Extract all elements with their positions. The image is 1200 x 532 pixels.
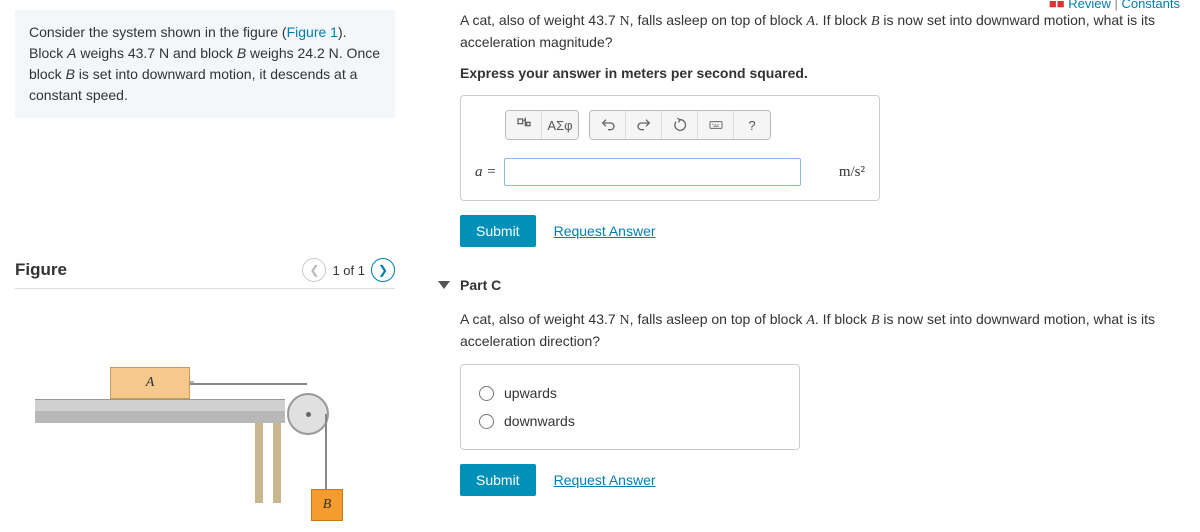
partC-question: A cat, also of weight 43.7 N, falls asle… [460, 309, 1170, 352]
figure-title: Figure [15, 260, 67, 280]
problem-text-5: weighs 24.2 [246, 45, 329, 61]
problem-text-4: and block [169, 45, 237, 61]
redo-button[interactable] [626, 111, 662, 139]
request-answer-link-partB[interactable]: Request Answer [554, 223, 656, 239]
problem-text-7: is set into downward motion, it descends… [29, 66, 357, 103]
answer-box: ΑΣφ ? a = m/s² [460, 95, 880, 201]
help-button[interactable]: ? [734, 111, 770, 139]
var-B: B [237, 45, 246, 61]
undo-button[interactable] [590, 111, 626, 139]
answer-unit: m/s² [839, 164, 865, 181]
template-button[interactable] [506, 111, 542, 139]
var-B2: B [66, 66, 75, 82]
figure-next-button[interactable]: ❯ [371, 258, 395, 282]
block-A: A [110, 367, 190, 399]
figure-count: 1 of 1 [332, 263, 365, 278]
problem-text-3: weighs 43.7 [76, 45, 159, 61]
option-upwards-label: upwards [504, 385, 557, 401]
unit-N2: N [329, 45, 339, 61]
greek-button[interactable]: ΑΣφ [542, 111, 578, 139]
answer-input[interactable] [504, 158, 800, 186]
figure-link[interactable]: Figure 1 [287, 24, 338, 40]
reset-button[interactable] [662, 111, 698, 139]
problem-text-1: Consider the system shown in the figure … [29, 24, 287, 40]
figure-diagram: A B [15, 339, 395, 509]
submit-button-partC[interactable]: Submit [460, 464, 536, 496]
partC-options: upwards downwards [460, 364, 800, 450]
option-upwards-radio[interactable] [479, 386, 494, 401]
answer-var-label: a = [475, 164, 496, 181]
option-downwards-label: downwards [504, 413, 575, 429]
figure-nav: ❮ 1 of 1 ❯ [302, 258, 395, 282]
request-answer-link-partC[interactable]: Request Answer [554, 472, 656, 488]
unit-N1: N [159, 45, 169, 61]
problem-statement: Consider the system shown in the figure … [15, 10, 395, 118]
figure-prev-button: ❮ [302, 258, 326, 282]
constants-link[interactable]: Constants [1121, 0, 1180, 11]
submit-button-partB[interactable]: Submit [460, 215, 536, 247]
top-links: ■■ Review | Constants [1049, 0, 1180, 11]
keyboard-button[interactable] [698, 111, 734, 139]
option-downwards-radio[interactable] [479, 414, 494, 429]
collapse-partC-icon[interactable] [438, 281, 450, 289]
partC-title: Part C [460, 277, 501, 293]
partB-question: A cat, also of weight 43.7 N, falls asle… [460, 10, 1170, 53]
partB-instruction: Express your answer in meters per second… [460, 65, 1170, 81]
review-link[interactable]: Review [1068, 0, 1111, 11]
block-B: B [311, 489, 343, 521]
